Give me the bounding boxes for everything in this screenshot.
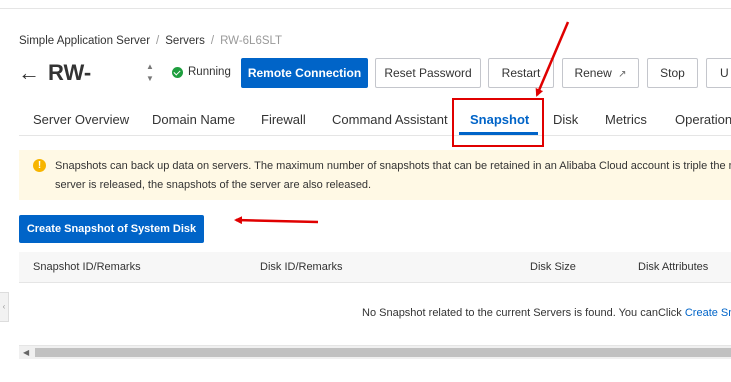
- tab-operation[interactable]: Operation: [675, 112, 731, 127]
- scroll-left-icon[interactable]: ◀: [23, 348, 29, 357]
- breadcrumb-separator: /: [210, 35, 215, 47]
- renew-label: Renew: [574, 66, 612, 80]
- notice-text-line-1: Snapshots can back up data on servers. T…: [55, 160, 731, 172]
- more-actions-button[interactable]: U: [706, 58, 731, 88]
- side-panel-toggle[interactable]: ‹: [0, 292, 9, 322]
- annotation-arrow-to-create-button: [234, 216, 319, 225]
- breadcrumb-item-current: RW-6L6SLT: [220, 35, 283, 47]
- external-link-icon: ↗: [618, 69, 627, 80]
- tab-command-assistant[interactable]: Command Assistant: [332, 112, 448, 127]
- empty-state-message: No Snapshot related to the current Serve…: [362, 307, 731, 319]
- create-snapshot-link[interactable]: Create Snap: [685, 307, 731, 319]
- chevron-left-icon: ‹: [2, 302, 6, 311]
- tab-bar: Server Overview Domain Name Firewall Com…: [19, 100, 731, 136]
- info-notice: ! Snapshots can back up data on servers.…: [19, 150, 731, 200]
- breadcrumb: Simple Application Server / Servers / RW-6L6…: [19, 35, 282, 47]
- remote-connection-button[interactable]: Remote Connection: [241, 58, 368, 88]
- reset-password-button[interactable]: Reset Password: [375, 58, 481, 88]
- page-title: RW-: [48, 60, 92, 85]
- renew-button[interactable]: Renew ↗: [562, 58, 639, 88]
- table-header: Snapshot ID/Remarks Disk ID/Remarks Disk…: [19, 252, 731, 283]
- annotation-highlight-box: [452, 98, 544, 147]
- server-switcher[interactable]: ▲ ▼: [144, 61, 156, 85]
- top-bar: [0, 0, 731, 9]
- tab-firewall[interactable]: Firewall: [261, 112, 306, 127]
- page: Simple Application Server / Servers / RW-6L6…: [0, 0, 731, 382]
- column-header-snapshot-id: Snapshot ID/Remarks: [33, 261, 141, 273]
- column-header-disk-id: Disk ID/Remarks: [260, 261, 343, 273]
- breadcrumb-separator: /: [156, 35, 160, 47]
- status-text: Running: [188, 66, 231, 78]
- create-snapshot-button[interactable]: Create Snapshot of System Disk: [19, 215, 204, 243]
- warning-icon: !: [33, 159, 46, 172]
- breadcrumb-item-simple-application-server[interactable]: Simple Application Server: [19, 35, 150, 47]
- caret-down-icon[interactable]: ▼: [144, 73, 156, 85]
- column-header-disk-attributes: Disk Attributes: [638, 261, 709, 273]
- caret-up-icon[interactable]: ▲: [144, 61, 156, 73]
- check-circle-icon: [172, 66, 183, 78]
- horizontal-scrollbar[interactable]: ◀: [19, 345, 731, 359]
- tab-metrics[interactable]: Metrics: [605, 112, 647, 127]
- tab-disk[interactable]: Disk: [553, 112, 578, 127]
- stop-button[interactable]: Stop: [647, 58, 698, 88]
- status-badge: Running: [172, 66, 231, 78]
- notice-text-line-2: server is released, the snapshots of the…: [55, 179, 372, 191]
- back-arrow-icon[interactable]: ←: [18, 60, 40, 86]
- column-header-disk-size: Disk Size: [530, 261, 576, 273]
- tab-server-overview[interactable]: Server Overview: [33, 112, 129, 127]
- tab-domain-name[interactable]: Domain Name: [152, 112, 235, 127]
- restart-button[interactable]: Restart: [488, 58, 554, 88]
- empty-state-text: No Snapshot related to the current Serve…: [362, 307, 685, 319]
- scrollbar-thumb[interactable]: [35, 348, 731, 357]
- breadcrumb-item-servers[interactable]: Servers: [165, 35, 205, 47]
